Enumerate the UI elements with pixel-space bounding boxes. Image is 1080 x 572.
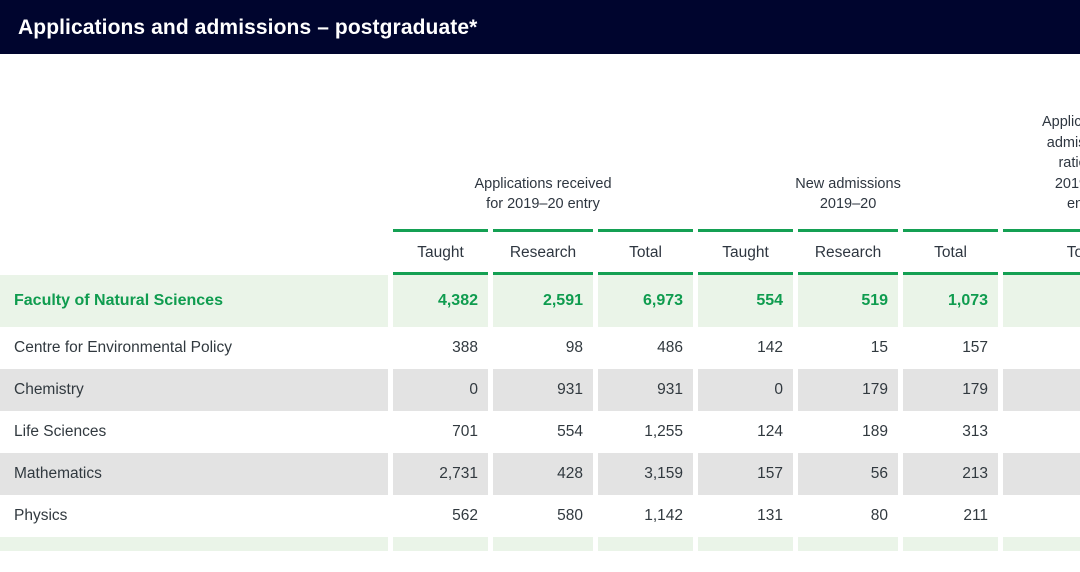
table-group-header-row: Applications received for 2019–20 entry … [0, 54, 1080, 229]
table-row: Life Sciences 701 554 1,255 124 189 313 … [0, 411, 1080, 453]
cell-applications-taught: 701 [393, 411, 488, 453]
cell-admissions-research: 15 [798, 327, 898, 369]
table-row-faculty-summary: Faculty of Natural Sciences 4,382 2,591 … [0, 275, 1080, 327]
cell-applications-total: 3,159 [598, 453, 693, 495]
cell-admissions-total: 211 [903, 495, 998, 537]
faculty-summary-applications-taught: 4,382 [393, 275, 488, 327]
column-header-admissions-taught: Taught [698, 229, 793, 275]
group-header-ratio: Applications: admissions ratio for 2019–… [1003, 54, 1080, 229]
cell-ratio-total: 14.8 : 1 [1003, 453, 1080, 495]
row-label: Life Sciences [0, 411, 388, 453]
table-row: Physics 562 580 1,142 131 80 211 5.4 : 1 [0, 495, 1080, 537]
clipped-cell [1003, 537, 1080, 551]
table-body: Faculty of Natural Sciences 4,382 2,591 … [0, 275, 1080, 551]
group-header-admissions-line1: New admissions [708, 174, 988, 195]
cell-applications-research: 428 [493, 453, 593, 495]
cell-admissions-taught: 0 [698, 369, 793, 411]
group-header-ratio-line4: 2019–20 [1013, 174, 1080, 195]
group-header-ratio-line2: admissions [1013, 133, 1080, 154]
cell-applications-total: 1,142 [598, 495, 693, 537]
group-header-blank [0, 54, 388, 229]
faculty-summary-admissions-research: 519 [798, 275, 898, 327]
group-header-applications-line2: for 2019–20 entry [403, 194, 683, 215]
cell-applications-total: 1,255 [598, 411, 693, 453]
table-row: Centre for Environmental Policy 388 98 4… [0, 327, 1080, 369]
table-row: Chemistry 0 931 931 0 179 179 5.2 : 1 [0, 369, 1080, 411]
page-root: Applications and admissions – postgradua… [0, 0, 1080, 572]
cell-admissions-taught: 142 [698, 327, 793, 369]
group-header-applications-line1: Applications received [403, 174, 683, 195]
cell-ratio-total: 4 : 1 [1003, 411, 1080, 453]
cell-admissions-total: 313 [903, 411, 998, 453]
group-header-ratio-line5: entry [1013, 194, 1080, 215]
cell-admissions-taught: 157 [698, 453, 793, 495]
clipped-cell [598, 537, 693, 551]
row-label: Physics [0, 495, 388, 537]
cell-ratio-total: 5.4 : 1 [1003, 495, 1080, 537]
cell-applications-taught: 388 [393, 327, 488, 369]
page-header: Applications and admissions – postgradua… [0, 0, 1080, 54]
faculty-summary-admissions-total: 1,073 [903, 275, 998, 327]
cell-applications-research: 554 [493, 411, 593, 453]
cell-admissions-research: 80 [798, 495, 898, 537]
group-header-admissions-line2: 2019–20 [708, 194, 988, 215]
cell-ratio-total: 3.1 : 1 [1003, 327, 1080, 369]
group-header-admissions: New admissions 2019–20 [698, 54, 998, 229]
column-header-applications-total: Total [598, 229, 693, 275]
cell-ratio-total: 5.2 : 1 [1003, 369, 1080, 411]
group-header-applications: Applications received for 2019–20 entry [393, 54, 693, 229]
cell-applications-research: 931 [493, 369, 593, 411]
cell-applications-total: 931 [598, 369, 693, 411]
clipped-cell [493, 537, 593, 551]
clipped-cell [0, 537, 388, 551]
cell-admissions-total: 157 [903, 327, 998, 369]
faculty-summary-ratio-total: 6.5 : 1 [1003, 275, 1080, 327]
cell-applications-research: 98 [493, 327, 593, 369]
cell-admissions-research: 179 [798, 369, 898, 411]
column-header-blank [0, 229, 388, 275]
clipped-cell [903, 537, 998, 551]
clipped-cell [798, 537, 898, 551]
faculty-summary-applications-total: 6,973 [598, 275, 693, 327]
group-header-ratio-line3: ratio for [1013, 153, 1080, 174]
cell-applications-taught: 0 [393, 369, 488, 411]
cell-applications-taught: 562 [393, 495, 488, 537]
table-row-clipped [0, 537, 1080, 551]
column-header-applications-taught: Taught [393, 229, 488, 275]
cell-applications-total: 486 [598, 327, 693, 369]
faculty-summary-applications-research: 2,591 [493, 275, 593, 327]
faculty-summary-label: Faculty of Natural Sciences [0, 275, 388, 327]
table-row: Mathematics 2,731 428 3,159 157 56 213 1… [0, 453, 1080, 495]
cell-applications-taught: 2,731 [393, 453, 488, 495]
cell-admissions-taught: 124 [698, 411, 793, 453]
table-column-header-row: Taught Research Total Taught Research To… [0, 229, 1080, 275]
faculty-summary-admissions-taught: 554 [698, 275, 793, 327]
column-header-admissions-research: Research [798, 229, 898, 275]
row-label: Chemistry [0, 369, 388, 411]
column-header-admissions-total: Total [903, 229, 998, 275]
column-header-ratio-total: Total [1003, 229, 1080, 275]
row-label: Centre for Environmental Policy [0, 327, 388, 369]
cell-admissions-research: 56 [798, 453, 898, 495]
row-label: Mathematics [0, 453, 388, 495]
clipped-cell [393, 537, 488, 551]
cell-admissions-total: 179 [903, 369, 998, 411]
cell-admissions-total: 213 [903, 453, 998, 495]
page-title: Applications and admissions – postgradua… [18, 17, 477, 38]
group-header-ratio-line1: Applications: [1013, 112, 1080, 133]
column-header-applications-research: Research [493, 229, 593, 275]
cell-admissions-research: 189 [798, 411, 898, 453]
clipped-cell [698, 537, 793, 551]
cell-applications-research: 580 [493, 495, 593, 537]
applications-admissions-table: Applications received for 2019–20 entry … [0, 54, 1080, 551]
cell-admissions-taught: 131 [698, 495, 793, 537]
